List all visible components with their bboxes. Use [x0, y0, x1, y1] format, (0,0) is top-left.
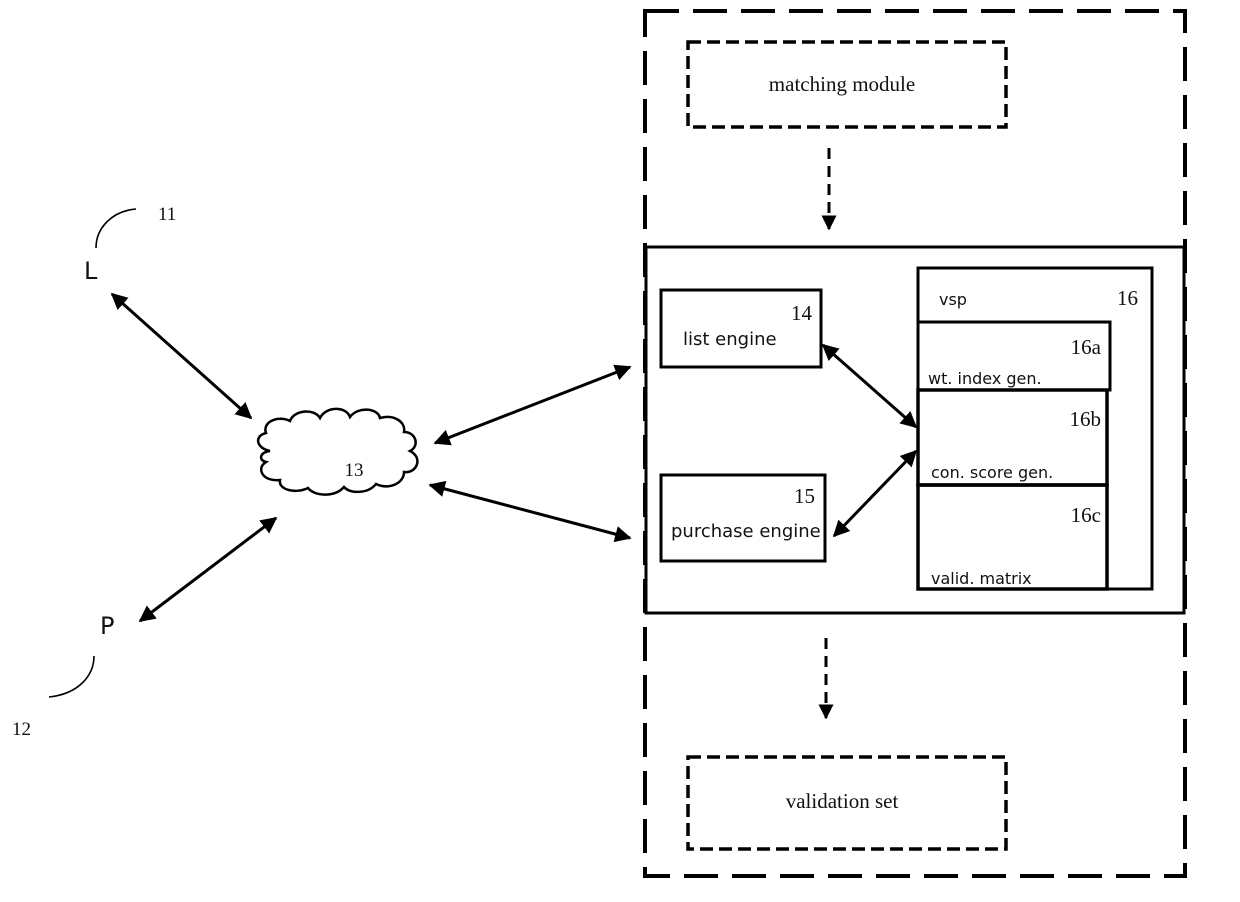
- list-engine-ref: 14: [791, 301, 813, 325]
- list-engine-label: list engine: [683, 329, 777, 350]
- purchaser-leader-line: [48, 655, 95, 698]
- consensus-score-generator-label: con. score gen.: [931, 463, 1053, 482]
- weight-index-generator-label: wt. index gen.: [928, 369, 1042, 388]
- network-ref: 13: [345, 460, 364, 481]
- purchaser-letter: P: [100, 612, 114, 640]
- purchase-engine-label: purchase engine: [671, 521, 821, 542]
- validation-matrix-ref: 16c: [1071, 503, 1101, 527]
- system-box: [644, 245, 1186, 615]
- cloud-icon: [257, 407, 419, 496]
- lister-letter: L: [84, 257, 98, 285]
- purchase-engine-ref: 15: [794, 484, 815, 508]
- consensus-score-generator-ref: 16b: [1070, 407, 1102, 431]
- arrow-lister-network: [110, 292, 253, 420]
- vsp-ref: 16: [1117, 286, 1138, 310]
- arrow-purchaser-network: [138, 516, 278, 623]
- validation-set[interactable]: validation set: [686, 755, 1008, 851]
- matching-module-label: matching module: [769, 72, 915, 96]
- purchaser-node[interactable]: P: [100, 612, 114, 640]
- matching-module[interactable]: matching module: [686, 40, 1008, 129]
- vsp-label: vsp: [939, 290, 967, 309]
- arrow-network-system-upper: [433, 364, 632, 446]
- validation-matrix-label: valid. matrix: [931, 569, 1032, 588]
- diagram-canvas: matching module 14 list engine 15 purcha…: [12, 9, 1187, 878]
- lister-ref: 11: [158, 204, 176, 225]
- purchaser-ref: 12: [12, 719, 31, 740]
- weight-index-generator-ref: 16a: [1071, 335, 1102, 359]
- validation-set-label: validation set: [786, 789, 899, 813]
- lister-node[interactable]: L: [84, 257, 98, 285]
- arrow-network-system-lower: [428, 480, 632, 543]
- network-cloud[interactable]: 13: [257, 407, 419, 496]
- lister-leader-line: [95, 208, 137, 249]
